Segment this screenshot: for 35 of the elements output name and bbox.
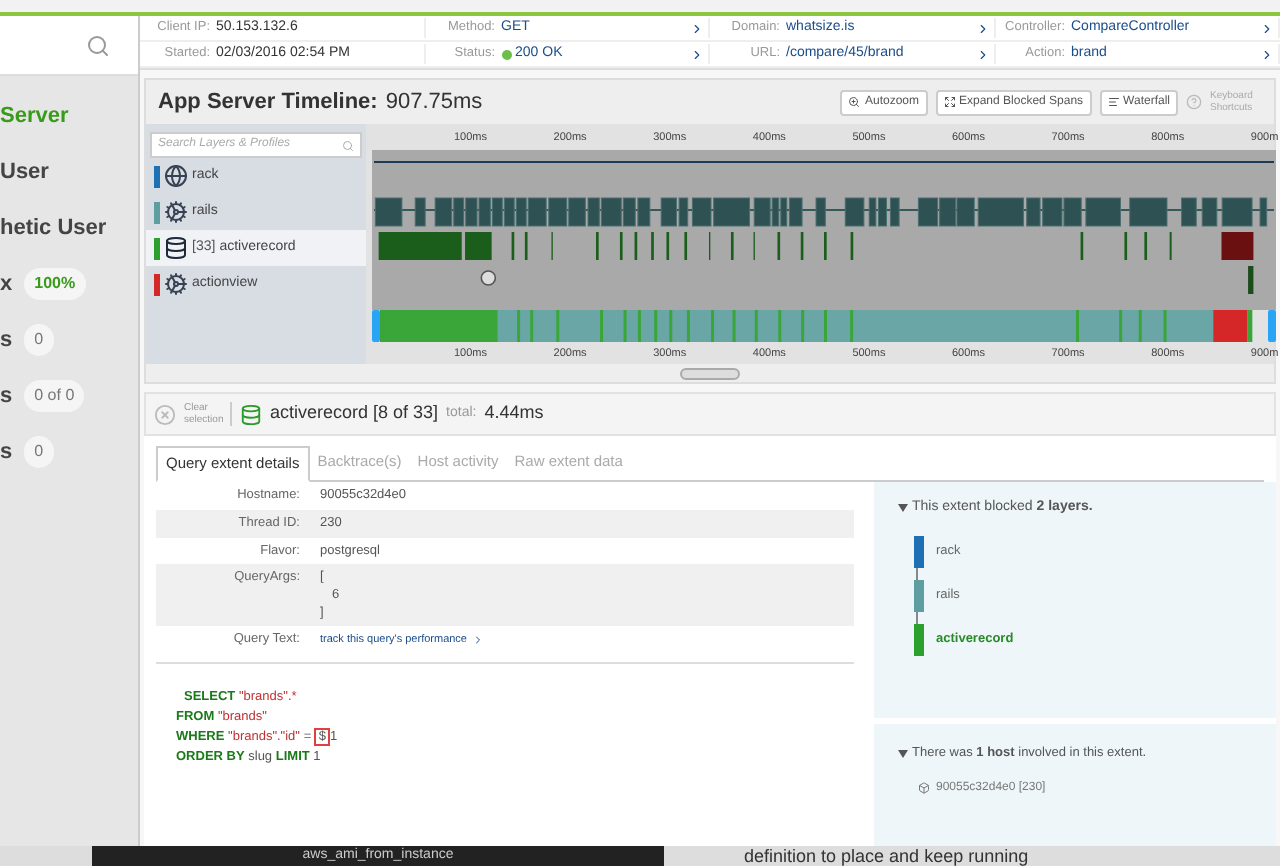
sidebar-item[interactable]: s [0, 435, 13, 469]
sidebar-item[interactable]: s [0, 323, 13, 357]
selection-name: activerecord [8 of 33] [270, 400, 439, 427]
search-icon [86, 33, 110, 57]
clear-icon [154, 403, 176, 425]
gears-icon [164, 272, 188, 296]
globe-icon [164, 164, 188, 188]
waterfall-icon [1107, 96, 1120, 108]
collapse-triangle-icon[interactable] [898, 504, 908, 513]
database-icon [164, 236, 188, 260]
count-badge: 0 [24, 436, 54, 468]
collapse-triangle-icon[interactable] [898, 749, 908, 758]
search-icon [342, 139, 354, 151]
resize-handle[interactable] [680, 367, 740, 379]
chevron-right-icon [471, 634, 483, 647]
range-handle[interactable] [372, 310, 380, 342]
count-badge: 0 [24, 324, 54, 356]
search-field[interactable] [0, 16, 138, 76]
total-value: 4.44ms [484, 400, 544, 427]
sidebar-item[interactable]: hetic User [0, 211, 107, 245]
database-icon [240, 403, 262, 425]
count-badge: 0 of 0 [24, 380, 85, 412]
background-text: definition to place and keep running [664, 846, 1280, 866]
sidebar-item[interactable]: User [0, 155, 49, 189]
zoom-icon [848, 96, 861, 108]
help-icon [1186, 94, 1202, 110]
timeline-duration: 907.75ms [385, 87, 485, 118]
host-icon [918, 782, 930, 795]
count-badge: 100% [24, 268, 86, 300]
sidebar-item[interactable]: x [0, 267, 13, 301]
timeline-bars-drawing[interactable] [372, 150, 1276, 310]
timeline-title: App Server Timeline: [158, 87, 378, 118]
sidebar-item[interactable]: s [0, 379, 13, 413]
range-handle[interactable] [1268, 310, 1276, 342]
gears-icon [164, 200, 188, 224]
